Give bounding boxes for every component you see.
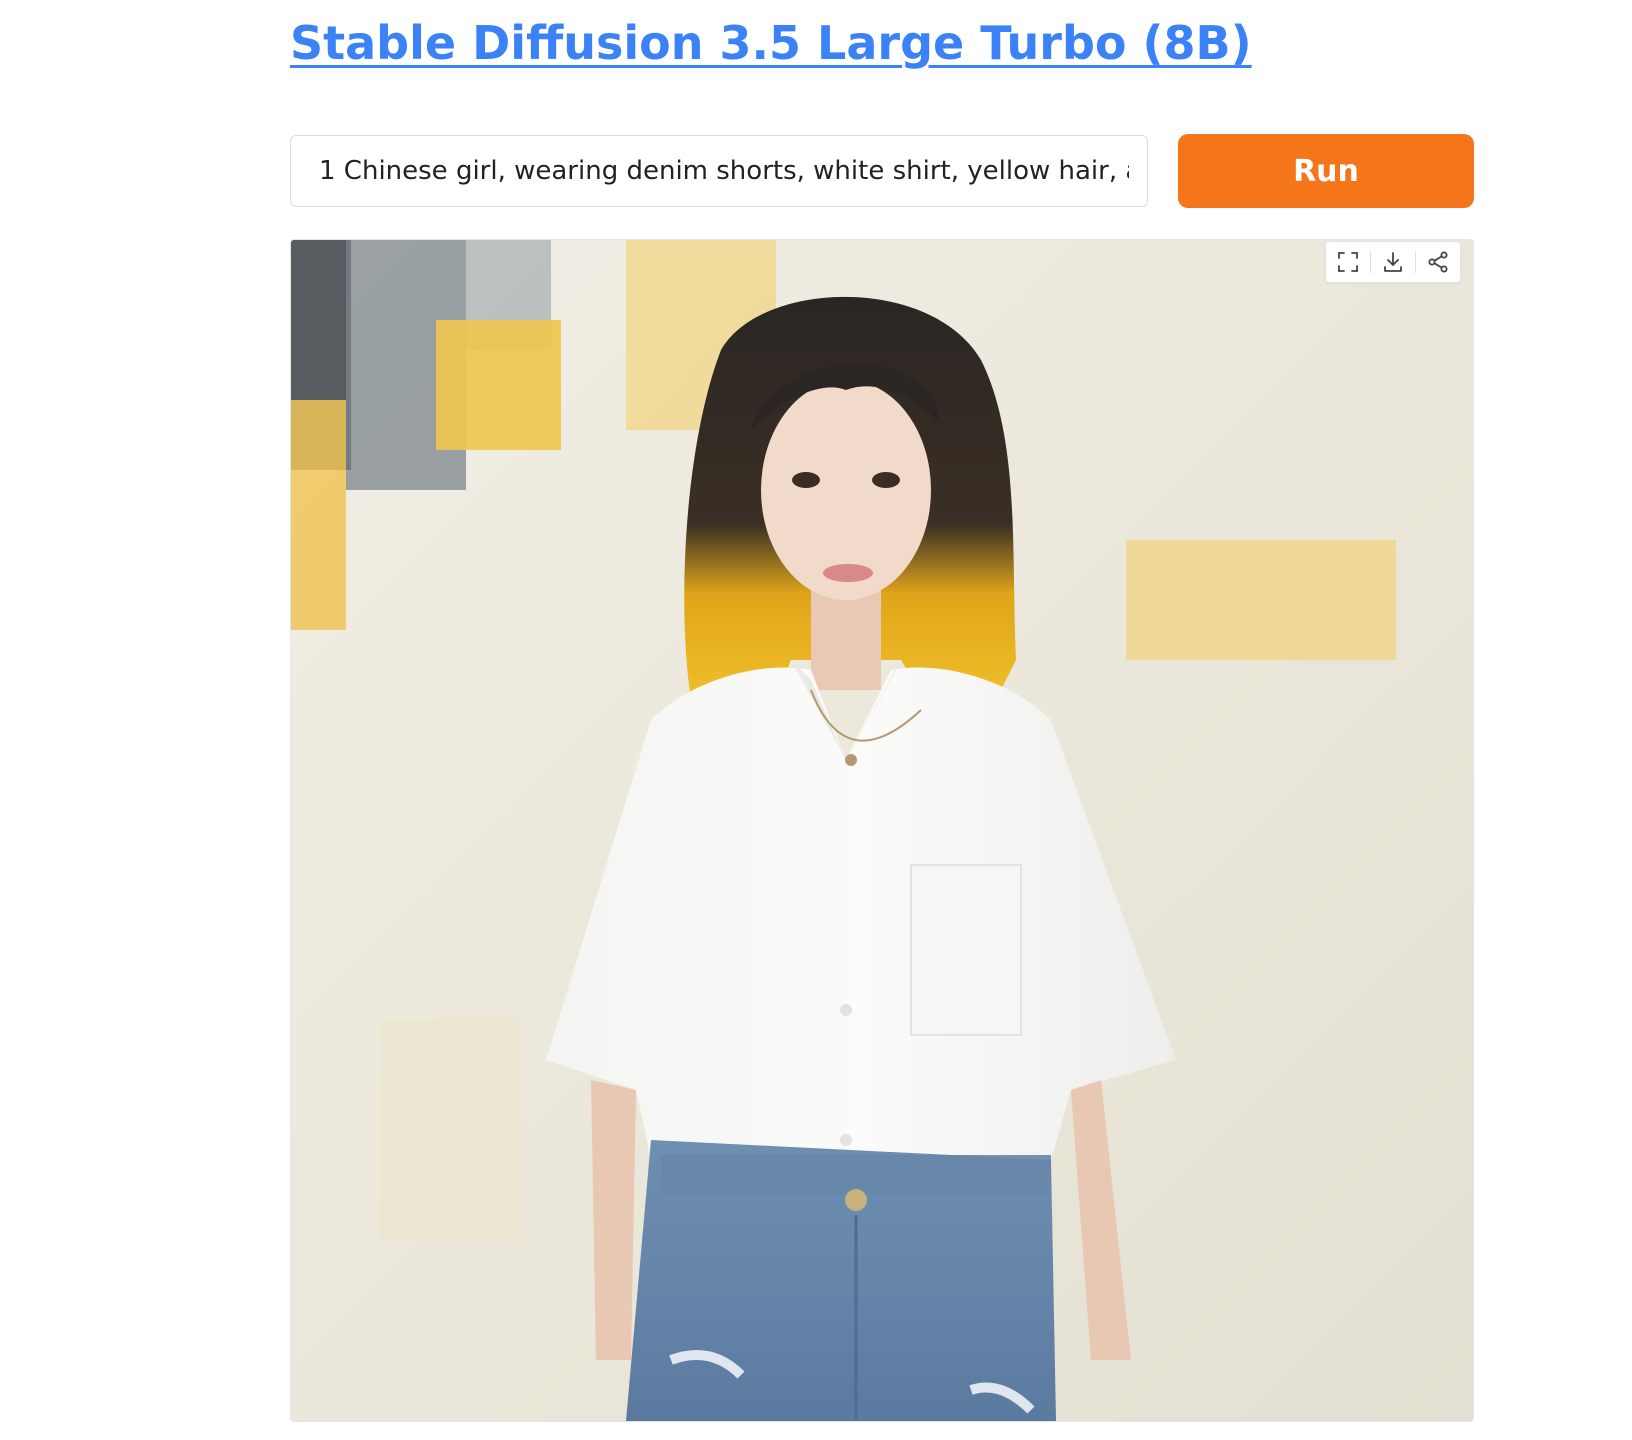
result-image-frame	[290, 239, 1474, 1422]
run-button[interactable]: Run	[1178, 134, 1474, 208]
download-icon	[1384, 252, 1402, 272]
prompt-input[interactable]	[290, 135, 1148, 207]
generated-image	[291, 240, 1473, 1421]
download-button[interactable]	[1371, 242, 1415, 282]
image-toolbar	[1325, 241, 1461, 283]
fullscreen-icon	[1338, 252, 1358, 272]
page-title-link[interactable]: Stable Diffusion 3.5 Large Turbo (8B)	[290, 12, 1252, 74]
share-icon	[1428, 251, 1448, 273]
fullscreen-button[interactable]	[1326, 242, 1370, 282]
page: Stable Diffusion 3.5 Large Turbo (8B) Ru…	[0, 0, 1632, 1440]
share-button[interactable]	[1416, 242, 1460, 282]
